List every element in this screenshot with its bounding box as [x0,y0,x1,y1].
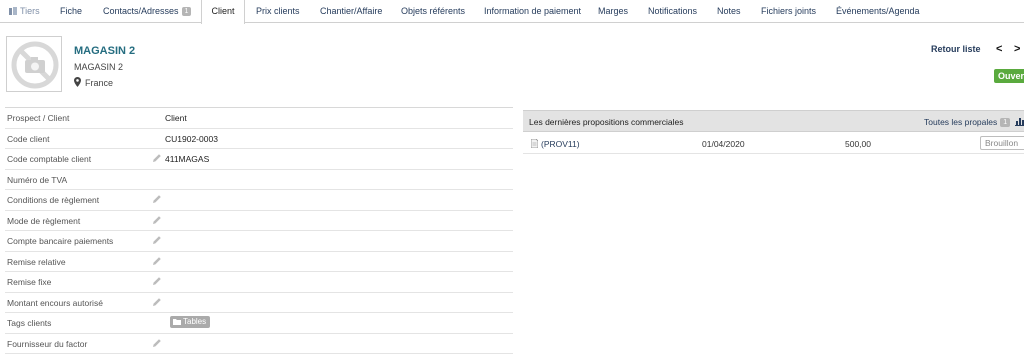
tab-label: Marges [598,6,629,16]
table-row: (PROV11) 01/04/2020 500,00 Brouillon [523,132,1024,154]
field-label: Conditions de règlement [7,195,100,205]
thirdparty-alias: MAGASIN 2 [74,62,124,72]
field-label: Prospect / Client [7,113,70,123]
field-row-montant-encours: Montant encours autorisé [5,293,513,313]
tab-tiers[interactable]: Tiers [9,0,40,23]
tab-label: Notifications [648,6,698,16]
folder-icon [173,319,181,325]
field-label: Tags clients [7,318,52,328]
field-row-remise-relative: Remise relative [5,252,513,272]
edit-pencil-icon[interactable] [152,194,162,204]
count-badge: 1 [181,7,192,16]
all-proposals-link[interactable]: Toutes les propales 1 [924,117,1011,127]
field-value: 411MAGAS [165,154,210,164]
tab-label: Information de paiement [484,6,582,16]
field-value: Client [165,113,187,123]
status-badge: Ouvert [994,69,1024,83]
tab-marges[interactable]: Marges [598,0,628,23]
customer-fields-table: Prospect / Client Client Code client CU1… [5,107,513,354]
tab-information-paiement[interactable]: Information de paiement [484,0,581,23]
tab-label: Événements/Agenda [836,6,920,16]
document-icon [530,138,539,149]
chart-stats-icon[interactable] [1015,116,1024,126]
tab-label: Prix clients [256,6,300,16]
back-to-list-link[interactable]: Retour liste [931,44,981,54]
field-row-code-client: Code client CU1902-0003 [5,129,513,149]
tab-label: Chantier/Affaire [320,6,383,16]
company-icon [9,7,17,15]
tab-evenements-agenda[interactable]: Événements/Agenda [836,0,920,23]
tab-contacts[interactable]: Contacts/Adresses 1 [103,0,192,23]
tab-bar: Tiers Fiche Contacts/Adresses 1 Client Pr… [0,0,1024,24]
proposals-panel: Les dernières propositions commerciales … [523,110,1024,154]
tab-label: Fiche [60,6,83,16]
field-label: Remise relative [7,256,66,267]
proposal-ref-link[interactable]: (PROV11) [530,138,580,149]
tab-label: Client [211,6,235,16]
no-photo-icon[interactable] [6,36,62,92]
edit-pencil-icon[interactable] [152,256,162,266]
tag-chip[interactable]: Tables [170,316,211,328]
field-label: Compte bancaire paiements [7,236,114,246]
edit-pencil-icon[interactable] [152,297,162,307]
tab-chantier-affaire[interactable]: Chantier/Affaire [320,0,382,23]
field-value: CU1902-0003 [165,133,218,144]
tab-objets-referents[interactable]: Objets référents [401,0,465,23]
all-proposals-label: Toutes les propales [924,117,998,127]
tab-notifications[interactable]: Notifications [648,0,697,23]
tab-label: Objets référents [401,6,466,16]
field-row-mode-reglement: Mode de règlement [5,211,513,231]
proposals-header: Les dernières propositions commerciales … [523,110,1024,132]
edit-pencil-icon[interactable] [152,338,162,348]
field-row-tags-clients: Tags clients Tables [5,313,513,334]
next-record-button[interactable]: > [1014,43,1020,55]
tab-label: Tiers [20,6,40,16]
tab-prix-clients[interactable]: Prix clients [256,0,300,23]
field-row-conditions-reglement: Conditions de règlement [5,190,513,211]
field-label: Montant encours autorisé [7,297,103,308]
thirdparty-name: MAGASIN 2 [74,45,136,57]
tab-notes[interactable]: Notes [717,0,741,23]
proposal-ref: (PROV11) [541,139,580,149]
tab-client[interactable]: Client [201,0,245,24]
edit-pencil-icon[interactable] [152,276,162,286]
count-badge: 1 [1000,118,1011,127]
map-marker-icon [74,77,81,87]
field-label: Numéro de TVA [7,174,68,185]
edit-pencil-icon[interactable] [152,215,162,225]
tab-label: Fichiers joints [761,6,817,16]
field-label: Mode de règlement [7,215,81,226]
field-row-code-comptable: Code comptable client 411MAGAS [5,149,513,170]
field-row-prospect-client: Prospect / Client Client [5,108,513,129]
previous-record-button[interactable]: < [996,43,1002,55]
proposal-amount: 500,00 [845,139,871,149]
field-label: Remise fixe [7,277,52,287]
proposal-date: 01/04/2020 [702,139,745,149]
field-row-remise-fixe: Remise fixe [5,272,513,293]
camera-crossed-icon [11,41,59,89]
field-label: Fournisseur du factor [7,338,88,349]
field-row-fournisseur-factor: Fournisseur du factor [5,334,513,354]
country-label: France [85,78,114,88]
tag-label: Tables [183,317,207,326]
field-label: Code client [7,133,50,144]
tab-fichiers-joints[interactable]: Fichiers joints [761,0,816,23]
edit-pencil-icon[interactable] [152,153,162,163]
tab-fiche[interactable]: Fiche [60,0,82,23]
tab-label: Notes [717,6,741,16]
proposals-title: Les dernières propositions commerciales [529,117,684,127]
proposal-status-badge: Brouillon [980,136,1024,150]
tab-label: Contacts/Adresses [103,6,179,16]
field-label: Code comptable client [7,154,92,164]
thirdparty-country: France [74,77,113,88]
edit-pencil-icon[interactable] [152,235,162,245]
field-row-numero-tva: Numéro de TVA [5,170,513,190]
field-row-compte-bancaire: Compte bancaire paiements [5,231,513,252]
